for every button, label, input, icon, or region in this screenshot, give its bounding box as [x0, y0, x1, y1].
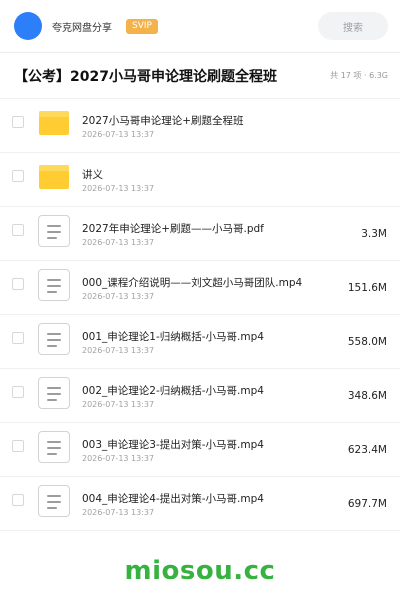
document-line [47, 447, 61, 449]
avatar[interactable] [14, 12, 42, 40]
document-icon-shape [38, 431, 70, 463]
document-line [47, 285, 61, 287]
document-line [47, 237, 57, 239]
document-icon-shape [38, 215, 70, 247]
file-size: 348.6M [347, 390, 387, 402]
file-row[interactable]: 004_申论理论4-提出对策-小马哥.mp4 2026-07-13 13:37 … [0, 477, 400, 531]
file-list: 2027小马哥申论理论+刷题全程班 2026-07-13 13:37 讲义 20… [0, 99, 400, 531]
document-line [47, 495, 61, 497]
document-line [47, 291, 57, 293]
file-name: 004_申论理论4-提出对策-小马哥.mp4 [82, 493, 264, 505]
document-icon-shape [38, 323, 70, 355]
brand-label: 夸克网盘分享 [52, 22, 112, 34]
file-name: 001_申论理论1-归纳概括-小马哥.mp4 [82, 331, 264, 343]
document-line [47, 387, 61, 389]
file-size: 151.6M [347, 282, 387, 294]
document-line [47, 507, 57, 509]
row-checkbox[interactable] [12, 224, 24, 236]
folder-icon [38, 107, 70, 139]
document-line [47, 393, 61, 395]
document-line [47, 279, 61, 281]
file-row[interactable]: 2027小马哥申论理论+刷题全程班 2026-07-13 13:37 [0, 99, 400, 153]
file-date: 2026-07-13 13:37 [82, 454, 155, 463]
file-date: 2026-07-13 13:37 [82, 292, 155, 301]
document-icon [38, 269, 70, 301]
row-checkbox[interactable] [12, 494, 24, 506]
file-size: 558.0M [347, 336, 387, 348]
document-line [47, 333, 61, 335]
row-checkbox[interactable] [12, 440, 24, 452]
file-size: 3.3M [361, 228, 387, 240]
page-title: 【公考】2027小马哥申论理论刷题全程班 [14, 68, 277, 85]
row-checkbox[interactable] [12, 386, 24, 398]
folder-icon-shape [39, 111, 69, 135]
document-line [47, 231, 61, 233]
document-line [47, 501, 61, 503]
document-icon-shape [38, 377, 70, 409]
svip-badge: SVIP [126, 18, 158, 34]
document-line [47, 399, 57, 401]
app-window: 夸克网盘分享 SVIP 搜索 【公考】2027小马哥申论理论刷题全程班 共 17… [0, 0, 400, 600]
file-row[interactable]: 003_申论理论3-提出对策-小马哥.mp4 2026-07-13 13:37 … [0, 423, 400, 477]
file-date: 2026-07-13 13:37 [82, 346, 155, 355]
row-checkbox[interactable] [12, 278, 24, 290]
file-name: 讲义 [82, 169, 103, 181]
file-name: 003_申论理论3-提出对策-小马哥.mp4 [82, 439, 264, 451]
file-date: 2026-07-13 13:37 [82, 130, 155, 139]
row-checkbox[interactable] [12, 116, 24, 128]
file-row[interactable]: 2027年申论理论+刷题——小马哥.pdf 2026-07-13 13:37 3… [0, 207, 400, 261]
file-name: 000_课程介绍说明——刘文超小马哥团队.mp4 [82, 277, 303, 289]
watermark-text: miosou.cc [124, 556, 276, 586]
document-line [47, 339, 61, 341]
file-row[interactable]: 001_申论理论1-归纳概括-小马哥.mp4 2026-07-13 13:37 … [0, 315, 400, 369]
document-icon-shape [38, 485, 70, 517]
top-bar: 夸克网盘分享 SVIP 搜索 [0, 0, 400, 52]
document-line [47, 345, 57, 347]
document-icon [38, 431, 70, 463]
document-line [47, 225, 61, 227]
row-checkbox[interactable] [12, 332, 24, 344]
document-icon-shape [38, 269, 70, 301]
folder-icon-shape [39, 165, 69, 189]
document-icon [38, 215, 70, 247]
file-name: 2027年申论理论+刷题——小马哥.pdf [82, 223, 264, 235]
row-checkbox[interactable] [12, 170, 24, 182]
file-size: 623.4M [347, 444, 387, 456]
file-date: 2026-07-13 13:37 [82, 238, 155, 247]
item-summary: 共 17 项 · 6.3G [330, 71, 388, 80]
file-row[interactable]: 讲义 2026-07-13 13:37 [0, 153, 400, 207]
document-line [47, 453, 57, 455]
file-date: 2026-07-13 13:37 [82, 400, 155, 409]
file-name: 002_申论理论2-归纳概括-小马哥.mp4 [82, 385, 264, 397]
file-row[interactable]: 000_课程介绍说明——刘文超小马哥团队.mp4 2026-07-13 13:3… [0, 261, 400, 315]
file-row[interactable]: 002_申论理论2-归纳概括-小马哥.mp4 2026-07-13 13:37 … [0, 369, 400, 423]
file-name: 2027小马哥申论理论+刷题全程班 [82, 115, 244, 127]
file-size: 697.7M [347, 498, 387, 510]
folder-icon [38, 161, 70, 193]
document-line [47, 441, 61, 443]
title-bar: 【公考】2027小马哥申论理论刷题全程班 共 17 项 · 6.3G [0, 53, 400, 98]
file-date: 2026-07-13 13:37 [82, 184, 155, 193]
document-icon [38, 323, 70, 355]
document-icon [38, 377, 70, 409]
search-button[interactable]: 搜索 [318, 12, 388, 40]
file-date: 2026-07-13 13:37 [82, 508, 155, 517]
document-icon [38, 485, 70, 517]
